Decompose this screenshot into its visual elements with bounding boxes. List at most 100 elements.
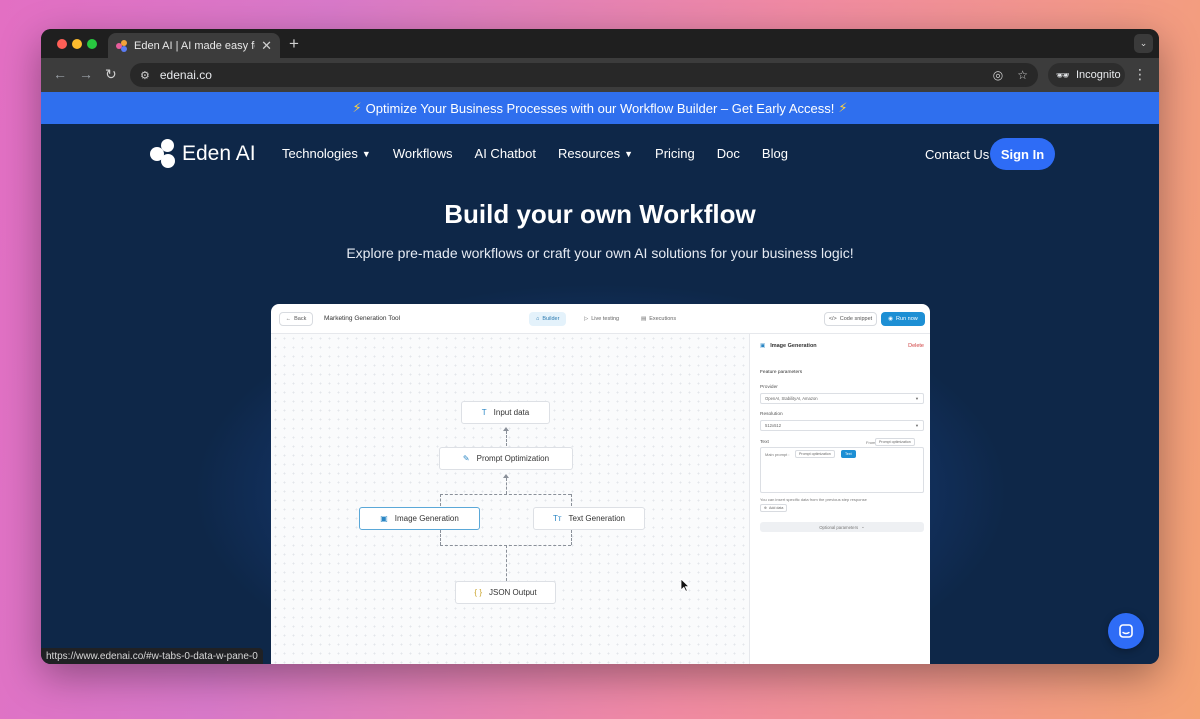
- tab-title: Eden AI | AI made easy for Pro: [134, 39, 255, 52]
- delete-node-button[interactable]: Delete: [908, 343, 924, 349]
- preview-tab-label: Live testing: [591, 316, 620, 322]
- preview-tab-label: Builder: [542, 316, 560, 322]
- nav-link-doc[interactable]: Doc: [717, 146, 740, 161]
- nav-link-technologies[interactable]: Technologies ▼: [282, 146, 371, 161]
- workflow-builder-preview[interactable]: ← Back Marketing Generation Tool ⌂ Builder…: [271, 304, 930, 664]
- node-text-generation[interactable]: Tт Text Generation: [533, 507, 645, 530]
- hero-subtitle: Explore pre-made workflows or craft your…: [346, 245, 854, 261]
- browser-tab[interactable]: Eden AI | AI made easy for Pro ✕: [108, 33, 280, 58]
- code-snippet-button[interactable]: </> Code snippet: [824, 312, 877, 326]
- text-from-label: From: [866, 440, 876, 445]
- text-t-icon: T: [481, 408, 487, 417]
- reload-icon[interactable]: ↻: [105, 66, 117, 83]
- add-data-label: Add data: [769, 506, 784, 510]
- nav-link-blog[interactable]: Blog: [762, 146, 788, 161]
- node-label: JSON Output: [489, 588, 537, 597]
- announcement-banner[interactable]: ⚡ Optimize Your Business Processes with …: [41, 92, 1159, 124]
- window-maximize-button[interactable]: [87, 39, 97, 49]
- browser-window: Eden AI | AI made easy for Pro ✕ + ⌄ ← →…: [41, 29, 1159, 664]
- edge-line: [440, 530, 441, 545]
- preview-back-button[interactable]: ← Back: [279, 312, 313, 326]
- panel-header: ▣ Image Generation: [760, 343, 817, 349]
- prompt-textarea[interactable]: Main prompt : Prompt optimization Text: [760, 447, 924, 493]
- preview-tab-live-testing[interactable]: ▷ Live testing: [577, 312, 626, 326]
- nav-link-resources[interactable]: Resources ▼: [558, 146, 633, 161]
- provider-label: Provider: [760, 385, 778, 390]
- nav-link-label: Resources: [557, 146, 621, 161]
- nav-link-ai-chatbot[interactable]: AI Chatbot: [475, 146, 536, 161]
- resolution-select[interactable]: 512x512 ▼: [760, 420, 924, 431]
- link-status-bar: https://www.edenai.co/#w-tabs-0-data-w-p…: [41, 648, 263, 664]
- preview-tab-executions[interactable]: ▤ Executions: [634, 312, 683, 326]
- arrow-left-icon: ←: [285, 316, 292, 322]
- sparkle-edit-icon: ✎: [462, 454, 470, 463]
- chevron-down-icon: ▼: [361, 148, 371, 159]
- provider-select[interactable]: OpenAI, StabilityAI, Amazon ▼: [760, 393, 924, 404]
- window-minimize-button[interactable]: [72, 39, 82, 49]
- eden-favicon-icon: [116, 39, 128, 52]
- braces-icon: { }: [474, 588, 482, 597]
- chevron-down-icon: ⌄: [861, 524, 865, 529]
- add-data-button[interactable]: ⊕ Add data: [760, 504, 788, 512]
- eden-logo[interactable]: Eden AI: [150, 139, 256, 169]
- nav-link-label: AI Chatbot: [474, 146, 536, 161]
- image-sparkle-icon: ▣: [760, 343, 766, 349]
- node-prompt-optimization[interactable]: ✎ Prompt Optimization: [439, 447, 573, 470]
- feature-parameters-heading: Feature parameters: [760, 370, 803, 375]
- logo-text: Eden AI: [182, 142, 256, 165]
- address-bar[interactable]: ⚙ edenai.co ◎ ☆: [130, 63, 1038, 87]
- edge-line: [506, 478, 507, 494]
- textarea-text-chip[interactable]: Text: [841, 450, 856, 458]
- site-navbar: Eden AI Technologies ▼ Workflows AI Chatb…: [41, 124, 1159, 184]
- optional-parameters-label: Optional parameters: [819, 524, 859, 530]
- node-label: Text Generation: [568, 514, 626, 523]
- tab-search-icon[interactable]: ⌄: [1134, 34, 1153, 53]
- node-json-output[interactable]: { } JSON Output: [455, 581, 556, 604]
- insert-hint: You can insert specific data from the pr…: [760, 497, 867, 502]
- node-input-data[interactable]: T Input data: [461, 401, 550, 424]
- textarea-prefix: Main prompt :: [765, 452, 790, 457]
- eden-logo-icon: [150, 139, 176, 169]
- edge-line: [506, 431, 507, 446]
- site-settings-icon[interactable]: ⚙: [140, 69, 150, 82]
- preview-tab-builder[interactable]: ⌂ Builder: [529, 312, 567, 326]
- chevron-down-icon: ▼: [915, 423, 919, 428]
- textarea-variable-chip[interactable]: Prompt optimization: [795, 450, 835, 458]
- eye-off-icon[interactable]: ◎: [993, 68, 1003, 82]
- sign-in-button[interactable]: Sign In: [990, 138, 1055, 170]
- preview-tab-label: Executions: [649, 316, 677, 322]
- panel-title: Image Generation: [770, 343, 817, 349]
- incognito-badge[interactable]: 🕶 Incognito: [1048, 63, 1125, 87]
- nav-link-workflows[interactable]: Workflows: [393, 146, 453, 161]
- contact-us-link[interactable]: Contact Us: [925, 147, 989, 162]
- builder-icon: ⌂: [536, 316, 540, 322]
- browser-menu-icon[interactable]: ⋮: [1133, 66, 1147, 83]
- image-sparkle-icon: ▣: [380, 514, 388, 523]
- bookmark-star-icon[interactable]: ☆: [1017, 68, 1028, 82]
- optional-parameters-toggle[interactable]: Optional parameters ⌄: [760, 522, 924, 532]
- nav-link-label: Doc: [716, 146, 740, 161]
- text-from-chip[interactable]: Prompt optimization: [875, 438, 915, 446]
- back-arrow-icon[interactable]: ←: [53, 66, 67, 82]
- preview-title: Marketing Generation Tool: [324, 315, 401, 322]
- node-label: Image Generation: [394, 514, 459, 523]
- new-tab-icon[interactable]: +: [289, 34, 299, 54]
- run-now-button[interactable]: ◉ Run now: [881, 312, 925, 326]
- forward-arrow-icon[interactable]: →: [79, 66, 93, 82]
- node-settings-panel: ▣ Image Generation Delete Feature parame…: [749, 334, 930, 664]
- chat-launcher-button[interactable]: [1108, 613, 1144, 649]
- lightning-icon: ⚡: [352, 100, 362, 115]
- plus-circle-icon: ⊕: [764, 506, 768, 510]
- tab-close-icon[interactable]: ✕: [261, 38, 272, 54]
- workflow-canvas[interactable]: T Input data ✎ Prompt Optimization ▣ Ima…: [271, 334, 749, 664]
- node-image-generation[interactable]: ▣ Image Generation: [359, 507, 480, 530]
- arrow-up-icon: [503, 427, 509, 431]
- play-circle-icon: ◉: [888, 316, 894, 322]
- resolution-value: 512x512: [765, 423, 782, 428]
- window-close-button[interactable]: [57, 39, 67, 49]
- edge-line: [440, 494, 571, 495]
- list-icon: ▤: [641, 316, 647, 322]
- nav-link-pricing[interactable]: Pricing: [655, 146, 695, 161]
- nav-link-label: Technologies: [282, 146, 358, 161]
- node-label: Input data: [493, 408, 530, 417]
